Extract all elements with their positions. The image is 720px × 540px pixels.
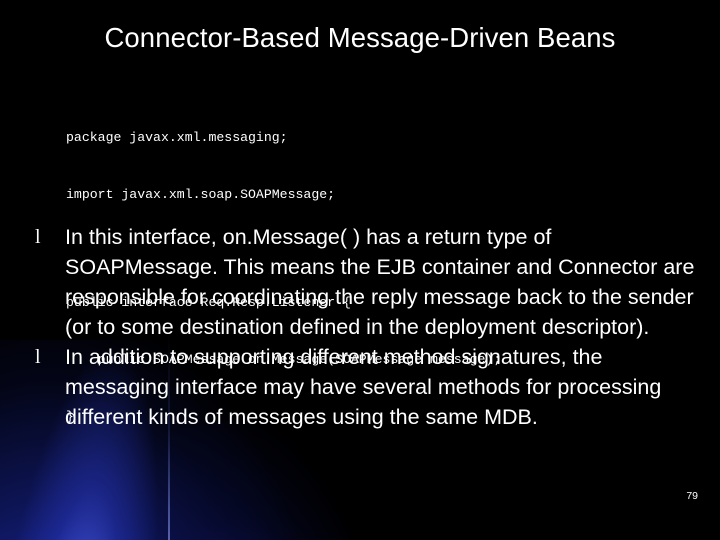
list-item: l In addition to supporting different me… [32, 342, 698, 432]
bullet-marker-icon: l [35, 346, 41, 368]
page-number: 79 [686, 490, 698, 502]
list-item-text: In addition to supporting different meth… [65, 345, 662, 429]
bullet-list: l In this interface, on.Message( ) has a… [32, 222, 698, 432]
code-line: package javax.xml.messaging; [66, 130, 288, 145]
page-title: Connector-Based Message-Driven Beans [104, 22, 616, 53]
slide-canvas: Connector-Based Message-Driven Beans pac… [0, 0, 720, 540]
code-line: import javax.xml.soap.SOAPMessage; [66, 187, 336, 202]
bullet-marker-icon: l [35, 226, 41, 248]
list-item-text: In this interface, on.Message( ) has a r… [65, 225, 695, 339]
list-item: l In this interface, on.Message( ) has a… [32, 222, 698, 342]
